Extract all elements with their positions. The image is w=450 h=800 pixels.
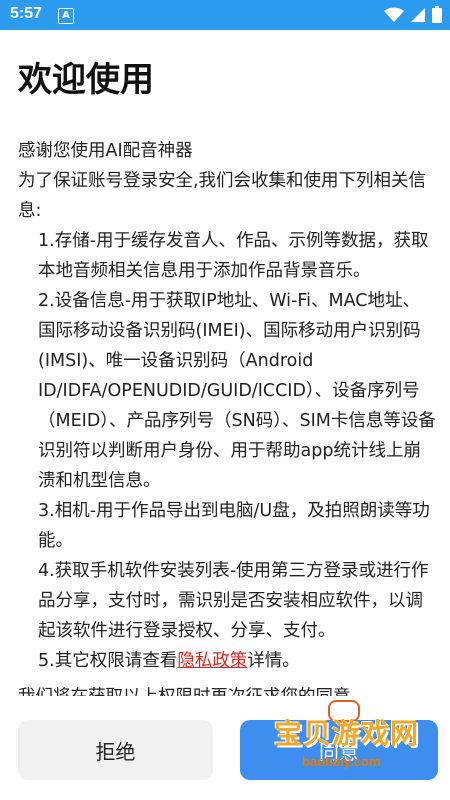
other-suffix: 详情。 — [247, 651, 300, 671]
app-notification-icon: A — [58, 8, 74, 24]
permission-item-app-list: 4.获取手机软件安装列表-使用第三方登录或进行作品分享，支付时，需识别是否安装相… — [38, 561, 429, 641]
privacy-content[interactable]: 感谢您使用AI配音神器 为了保证账号登录安全,我们会收集和使用下列相关信息: 1… — [18, 136, 436, 696]
wifi-icon — [384, 7, 404, 22]
permission-item-camera: 3.相机-用于作品导出到电脑/U盘，及拍照朗读等功能。 — [38, 501, 430, 551]
agree-button[interactable]: 同意 — [240, 720, 438, 780]
status-time: 5:57 — [10, 5, 43, 22]
privacy-policy-link[interactable]: 隐私政策 — [177, 651, 247, 671]
gamepad-icon — [328, 700, 360, 722]
battery-icon — [432, 6, 442, 23]
trailing-text: 我们将在获取以上权限时再次征求您的同意 — [18, 682, 436, 696]
status-icons — [384, 6, 442, 23]
reject-button[interactable]: 拒绝 — [18, 720, 213, 780]
intro-line-1: 感谢您使用AI配音神器 — [18, 141, 193, 161]
signal-icon — [411, 7, 425, 22]
permission-item-storage: 1.存储-用于缓存发音人、作品、示例等数据，获取本地音频相关信息用于添加作品背景… — [38, 231, 429, 281]
page-title: 欢迎使用 — [18, 60, 154, 100]
permission-item-device: 2.设备信息-用于获取IP地址、Wi-Fi、MAC地址、国际移动设备识别码(IM… — [38, 291, 436, 491]
status-bar: 5:57 A — [0, 0, 450, 30]
intro-line-2: 为了保证账号登录安全,我们会收集和使用下列相关信息: — [18, 171, 427, 221]
other-prefix: 5.其它权限请查看 — [38, 651, 178, 671]
permission-item-other: 5.其它权限请查看隐私政策详情。 — [18, 646, 436, 676]
